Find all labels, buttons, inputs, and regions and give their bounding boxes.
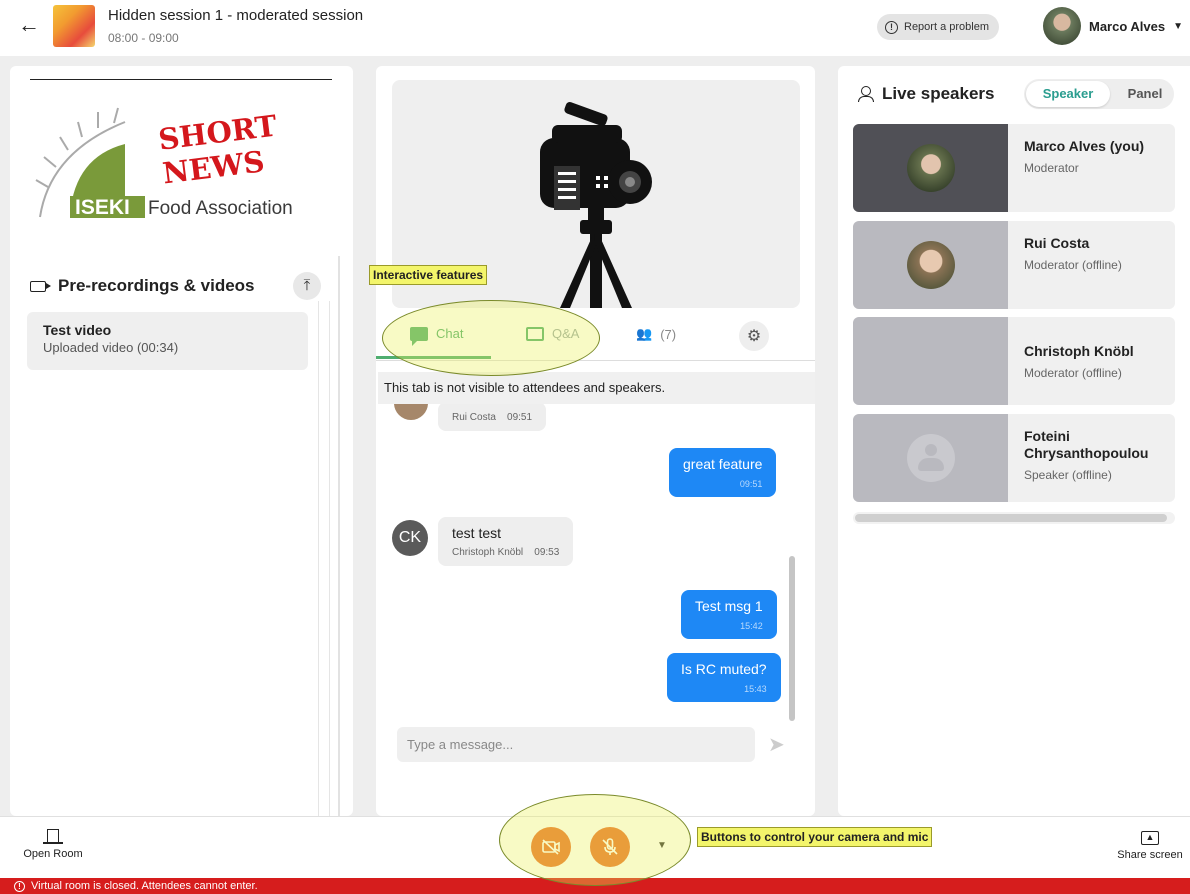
speaker-info: Christoph Knöbl Moderator (offline) bbox=[1024, 343, 1174, 380]
chat-message: Test msg 1 15:42 bbox=[681, 590, 777, 639]
people-icon: 👥 bbox=[636, 326, 653, 341]
section-title: Live speakers bbox=[882, 84, 995, 103]
message-text: Is RC muted? bbox=[681, 661, 767, 677]
view-toggle: Speaker Panel bbox=[1024, 79, 1174, 109]
back-arrow-icon[interactable]: ← bbox=[18, 14, 40, 36]
share-screen-button[interactable]: ▲ Share screen bbox=[1113, 831, 1187, 861]
list-item[interactable]: Test video Uploaded video (00:34) bbox=[27, 312, 308, 370]
message-meta: Rui Costa 09:51 bbox=[452, 412, 532, 423]
message-time: 09:51 bbox=[507, 412, 533, 423]
gear-icon: ⚙ bbox=[746, 328, 762, 345]
message-time: 15:43 bbox=[744, 684, 767, 694]
annotation-highlight bbox=[382, 300, 600, 376]
annotation-label: Buttons to control your camera and mic bbox=[697, 827, 933, 847]
session-title: Hidden session 1 - moderated session bbox=[108, 7, 364, 24]
user-placeholder-icon bbox=[907, 434, 955, 482]
left-panel: ISEKI Food Association SHORT NEWS Pre-re… bbox=[10, 66, 353, 816]
avatar bbox=[394, 404, 428, 420]
video-camera-icon bbox=[30, 280, 51, 292]
live-speakers-header: Live speakers bbox=[858, 84, 994, 104]
center-panel: Chat Q&A 👥 (7) ⚙ This tab is not visible… bbox=[376, 66, 815, 816]
message-time: 15:42 bbox=[740, 621, 763, 631]
annotation-label: Interactive features bbox=[369, 265, 488, 285]
user-name: Marco Alves bbox=[1089, 18, 1166, 34]
share-screen-label: Share screen bbox=[1117, 849, 1183, 861]
logo-iseki: ISEKI bbox=[75, 196, 130, 219]
share-screen-icon: ▲ bbox=[1141, 831, 1159, 845]
speaker-name: Marco Alves (you) bbox=[1024, 138, 1145, 154]
message-meta: Christoph Knöbl 09:53 bbox=[452, 547, 559, 558]
message-text: test test bbox=[452, 525, 502, 541]
speaker-name: Rui Costa bbox=[1024, 235, 1090, 251]
avatar bbox=[907, 144, 955, 192]
speaker-role: Speaker (offline) bbox=[1024, 468, 1112, 482]
chat-message: Is RC muted? 15:43 bbox=[667, 653, 781, 702]
message-input[interactable]: Type a message... bbox=[397, 727, 755, 762]
chat-message: great feature 09:51 bbox=[669, 448, 777, 497]
avatar: CK bbox=[392, 520, 428, 556]
scrollbar[interactable] bbox=[855, 514, 1167, 522]
open-room-button[interactable]: Open Room bbox=[22, 829, 84, 860]
toggle-panel[interactable]: Panel bbox=[1120, 79, 1170, 109]
speaker-info: Marco Alves (you) Moderator bbox=[1024, 138, 1174, 175]
message-author: Rui Costa bbox=[452, 412, 496, 423]
report-problem-button[interactable]: ! Report a problem bbox=[877, 14, 999, 40]
scroll-top-button[interactable]: ⤒ bbox=[293, 272, 321, 300]
section-title: Pre-recordings & videos bbox=[58, 276, 255, 295]
speaker-info: Foteini Chrysanthopoulou Speaker (offlin… bbox=[1024, 428, 1174, 482]
message-time: 09:53 bbox=[534, 547, 560, 558]
speaker-role: Moderator bbox=[1024, 161, 1079, 175]
top-header: ← Hidden session 1 - moderated session 0… bbox=[0, 0, 1190, 56]
message-text: Test msg 1 bbox=[695, 598, 763, 614]
send-icon[interactable]: ➤ bbox=[768, 732, 785, 757]
person-icon bbox=[858, 86, 874, 102]
chat-messages: Rui Costa 09:51 great feature 09:51 CK t… bbox=[376, 404, 815, 724]
video-title: Test video bbox=[43, 322, 112, 338]
speaker-info: Rui Costa Moderator (offline) bbox=[1024, 235, 1174, 272]
speaker-card[interactable]: Christoph Knöbl Moderator (offline) bbox=[853, 317, 1175, 405]
video-subtitle: Uploaded video (00:34) bbox=[43, 340, 179, 355]
speaker-video bbox=[853, 317, 1008, 405]
door-icon bbox=[43, 829, 63, 844]
chevron-down-icon: ▼ bbox=[1173, 20, 1184, 32]
scrollbar[interactable] bbox=[318, 301, 330, 816]
speaker-video bbox=[853, 221, 1008, 309]
avatar bbox=[907, 241, 955, 289]
speaker-card[interactable]: Rui Costa Moderator (offline) bbox=[853, 221, 1175, 309]
session-time: 08:00 - 09:00 bbox=[108, 31, 179, 45]
annotation-highlight bbox=[499, 794, 691, 886]
panel-divider bbox=[338, 256, 340, 816]
warning-icon: ! bbox=[14, 880, 25, 892]
tab-people-count: (7) bbox=[660, 326, 677, 342]
toggle-speaker[interactable]: Speaker bbox=[1026, 81, 1110, 107]
user-menu[interactable]: Marco Alves ▼ bbox=[1043, 7, 1183, 45]
report-problem-label: Report a problem bbox=[904, 21, 989, 33]
speaker-role: Moderator (offline) bbox=[1024, 258, 1122, 272]
message-text: great feature bbox=[683, 456, 763, 472]
speaker-card[interactable]: Foteini Chrysanthopoulou Speaker (offlin… bbox=[853, 414, 1175, 502]
scrollbar[interactable] bbox=[789, 556, 795, 721]
speaker-card[interactable]: Marco Alves (you) Moderator bbox=[853, 124, 1175, 212]
speaker-video bbox=[853, 124, 1008, 212]
visibility-notice: This tab is not visible to attendees and… bbox=[378, 372, 815, 404]
chat-message: test test Christoph Knöbl 09:53 bbox=[438, 517, 574, 566]
speaker-video bbox=[853, 414, 1008, 502]
banner-text: Virtual room is closed. Attendees cannot… bbox=[31, 880, 258, 892]
speaker-name: Christoph Knöbl bbox=[1024, 343, 1134, 359]
speaker-name: Foteini Chrysanthopoulou bbox=[1024, 428, 1149, 461]
message-time: 09:51 bbox=[739, 479, 763, 489]
chat-message: Rui Costa 09:51 bbox=[438, 404, 547, 431]
avatar bbox=[1043, 7, 1081, 45]
session-thumbnail bbox=[53, 5, 95, 47]
open-room-label: Open Room bbox=[23, 848, 83, 860]
message-author: Christoph Knöbl bbox=[452, 547, 524, 558]
prerecordings-header: Pre-recordings & videos bbox=[30, 276, 255, 296]
speaker-role: Moderator (offline) bbox=[1024, 366, 1122, 380]
tab-people[interactable]: 👥 (7) bbox=[636, 326, 676, 342]
logo-divider bbox=[30, 79, 332, 80]
logo-org: Food Association bbox=[148, 198, 293, 219]
right-panel: Live speakers Speaker Panel Marco Alves … bbox=[838, 66, 1190, 816]
info-icon: ! bbox=[885, 20, 898, 34]
tab-settings[interactable]: ⚙ bbox=[739, 321, 769, 351]
